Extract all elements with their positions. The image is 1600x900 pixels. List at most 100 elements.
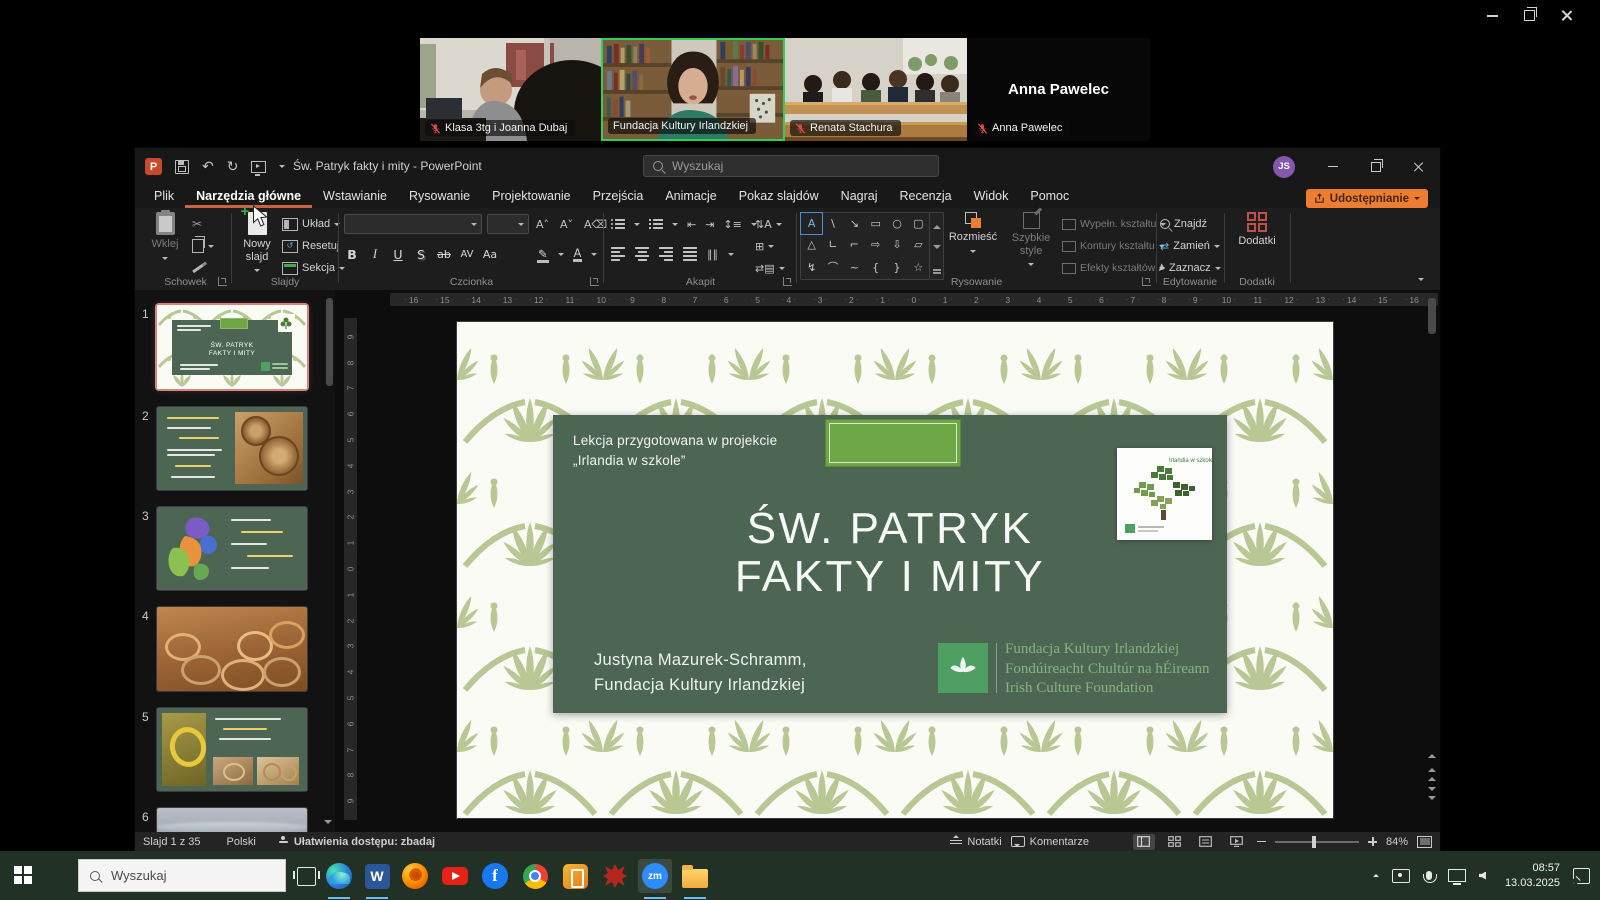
slideshow-view-button[interactable] <box>1226 834 1248 850</box>
thumbnail-scroll-down-icon[interactable] <box>324 820 332 828</box>
tab-pokaz-slajdów[interactable]: Pokaz slajdów <box>728 185 830 208</box>
minimize-button[interactable] <box>1311 148 1354 185</box>
taskbar-phone-app[interactable] <box>558 859 592 893</box>
bullets-button[interactable] <box>611 219 625 229</box>
shape-tool-10[interactable]: ⇩ <box>886 234 907 255</box>
font-dialog-launcher-icon[interactable] <box>590 277 599 286</box>
accessibility-status[interactable]: Ułatwienia dostępu: zbadaj <box>294 836 435 848</box>
tray-mic-icon[interactable] <box>1426 871 1432 880</box>
taskbar-search[interactable] <box>78 859 286 892</box>
fit-slide-to-window-button[interactable] <box>1417 836 1432 848</box>
taskbar-search-input[interactable] <box>109 867 274 884</box>
font-name-combo[interactable] <box>344 214 482 234</box>
increase-indent-icon[interactable]: ⇥ <box>705 218 714 231</box>
clipboard-dialog-launcher-icon[interactable] <box>218 277 227 286</box>
horizontal-ruler[interactable]: 1615141312111098765432101234567891011121… <box>390 293 1438 306</box>
participant-tile[interactable]: Klasa 3tg i Joanna Dubaj <box>420 38 601 141</box>
find-button[interactable]: Znajdź <box>1160 214 1207 234</box>
grow-font-button[interactable]: A˄ <box>536 214 549 234</box>
shape-tool-6[interactable]: △ <box>801 234 822 255</box>
text-direction-button[interactable]: ⇅A <box>755 214 782 234</box>
network-display-icon[interactable] <box>1448 869 1466 882</box>
start-button[interactable] <box>14 866 32 884</box>
speaker-icon[interactable] <box>1479 872 1486 880</box>
slide-scrollbar[interactable] <box>1428 298 1436 334</box>
shape-tool-11[interactable]: ▱ <box>908 234 929 255</box>
cut-button[interactable]: ✂ <box>192 214 202 234</box>
font-button-av[interactable]: AV <box>459 249 475 260</box>
drawing-dialog-launcher-icon[interactable] <box>1142 277 1151 286</box>
font-button-u[interactable]: U <box>390 247 406 262</box>
zoom-out-button[interactable] <box>1257 841 1266 843</box>
slide-kicker[interactable]: Lekcja przygotowana w projekcie „Irlandi… <box>573 431 777 470</box>
highlight-color-button[interactable]: ✎ <box>536 247 550 261</box>
zoom-slider-thumb[interactable] <box>1312 836 1316 848</box>
thumbnail-slide-5[interactable] <box>157 708 307 791</box>
reading-view-button[interactable] <box>1195 834 1217 850</box>
search-box[interactable] <box>643 155 939 177</box>
previous-slide-button[interactable] <box>1428 764 1436 781</box>
taskbar-zoom[interactable]: zm <box>638 859 672 893</box>
quick-styles-button[interactable]: Szybkie style <box>1006 212 1056 269</box>
slide-author[interactable]: Justyna Mazurek-Schramm, Fundacja Kultur… <box>594 648 807 698</box>
taskbar-chrome[interactable] <box>518 859 552 893</box>
tab-widok[interactable]: Widok <box>963 185 1020 208</box>
shape-effects-button[interactable]: Efekty kształtów <box>1062 258 1165 278</box>
shape-tool-7[interactable]: ∟ <box>822 234 843 255</box>
action-center-icon[interactable] <box>1573 868 1590 884</box>
thumbnail-slide-6[interactable] <box>157 808 307 832</box>
tab-przejścia[interactable]: Przejścia <box>582 185 655 208</box>
reset-button[interactable]: ↺Resetuj <box>282 236 339 256</box>
shape-outline-button[interactable]: Kontury kształtu <box>1062 236 1165 256</box>
justify-button[interactable] <box>683 247 697 261</box>
language-status[interactable]: Polski <box>226 836 255 848</box>
restore-icon[interactable] <box>1524 10 1535 21</box>
tab-animacje[interactable]: Animacje <box>654 185 727 208</box>
shape-fill-button[interactable]: Wypełn. kształtu <box>1062 214 1166 234</box>
decrease-indent-icon[interactable]: ⇤ <box>687 218 696 231</box>
taskbar-youtube[interactable] <box>438 859 472 893</box>
font-button-i[interactable]: I <box>367 247 383 262</box>
thumbnail-slide-3[interactable] <box>157 507 307 590</box>
taskbar-explorer[interactable] <box>678 859 712 893</box>
slide-editing-area[interactable]: Lekcja przygotowana w projekcie „Irlandi… <box>457 322 1333 818</box>
tab-pomoc[interactable]: Pomoc <box>1019 185 1080 208</box>
font-button-ab[interactable]: ab <box>436 248 452 261</box>
font-button-b[interactable]: B <box>344 247 360 262</box>
select-button[interactable]: Zaznacz <box>1160 258 1221 278</box>
tab-nagraj[interactable]: Nagraj <box>830 185 889 208</box>
account-avatar[interactable]: JS <box>1273 156 1295 178</box>
shape-tool-2[interactable]: ↘ <box>844 213 865 234</box>
align-text-button[interactable]: ⊞ <box>755 236 774 256</box>
line-spacing-icon[interactable]: ↕≡ <box>723 218 741 231</box>
format-painter-button[interactable] <box>192 258 204 278</box>
shrink-font-button[interactable]: A˅ <box>560 214 573 234</box>
shape-tool-3[interactable]: ▭ <box>865 213 886 234</box>
screencast-icon[interactable] <box>1392 869 1410 883</box>
slide-green-box[interactable] <box>825 419 961 467</box>
zoom-slider[interactable] <box>1275 841 1359 843</box>
paste-button[interactable]: Wklej <box>142 212 188 263</box>
align-right-button[interactable] <box>659 247 673 261</box>
font-button-s[interactable]: S <box>413 247 429 262</box>
columns-button[interactable]: ∥∥ <box>707 248 718 261</box>
participant-tile[interactable]: Renata Stachura <box>785 38 967 141</box>
collapse-ribbon-icon[interactable] <box>1418 278 1424 284</box>
close-button[interactable] <box>1397 148 1440 185</box>
hidden-icons-chevron[interactable] <box>1373 871 1379 877</box>
vertical-ruler[interactable]: 9876543210123456789 <box>344 318 357 820</box>
shape-tool-8[interactable]: ⌐ <box>844 234 865 255</box>
tab-plik[interactable]: Plik <box>143 185 185 208</box>
search-input[interactable] <box>670 158 929 174</box>
taskbar-word[interactable]: W <box>360 859 394 893</box>
tab-rysowanie[interactable]: Rysowanie <box>398 185 481 208</box>
task-view-button[interactable] <box>297 867 316 886</box>
undo-icon[interactable]: ↶ <box>202 160 214 174</box>
participant-tile-no-video[interactable]: Anna Pawelec Anna Pawelec <box>967 38 1150 141</box>
font-button-aa[interactable]: Aa <box>482 248 498 261</box>
notes-button[interactable]: Notatki <box>950 836 1001 848</box>
paragraph-dialog-launcher-icon[interactable] <box>783 277 792 286</box>
thumbnail-scrollbar[interactable] <box>326 298 333 386</box>
arrange-button[interactable]: Rozmieść <box>950 212 996 256</box>
zoom-level[interactable]: 84% <box>1386 836 1408 848</box>
